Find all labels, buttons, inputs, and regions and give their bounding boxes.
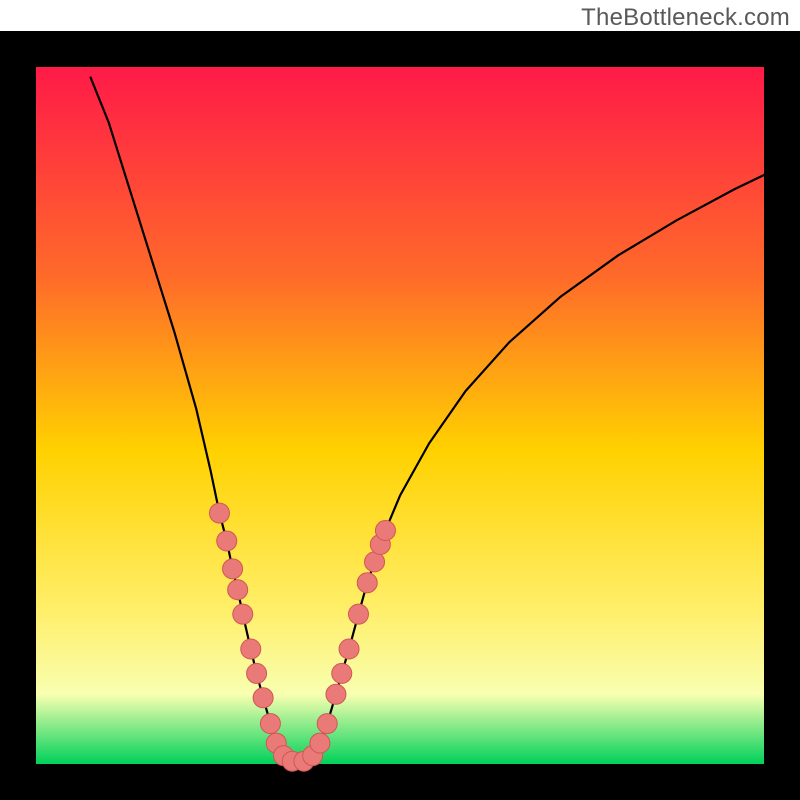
chart-stage: TheBottleneck.com: [0, 0, 800, 800]
curve-marker: [233, 604, 253, 624]
chart-frame: [0, 31, 800, 800]
curve-marker: [339, 639, 359, 659]
curve-marker: [326, 684, 346, 704]
curve-marker: [310, 733, 330, 753]
curve-marker: [375, 521, 395, 541]
watermark-text: TheBottleneck.com: [581, 4, 790, 32]
curve-marker: [241, 639, 261, 659]
curve-marker: [253, 688, 273, 708]
curve-marker: [317, 714, 337, 734]
curve-marker: [349, 604, 369, 624]
curve-marker: [260, 714, 280, 734]
curve-marker: [247, 663, 267, 683]
curve-marker: [332, 663, 352, 683]
curve-marker: [357, 573, 377, 593]
curve-marker: [209, 503, 229, 523]
curve-marker: [228, 580, 248, 600]
chart-background: [36, 67, 764, 764]
curve-marker: [223, 559, 243, 579]
curve-marker: [217, 531, 237, 551]
chart-svg: [0, 31, 800, 800]
